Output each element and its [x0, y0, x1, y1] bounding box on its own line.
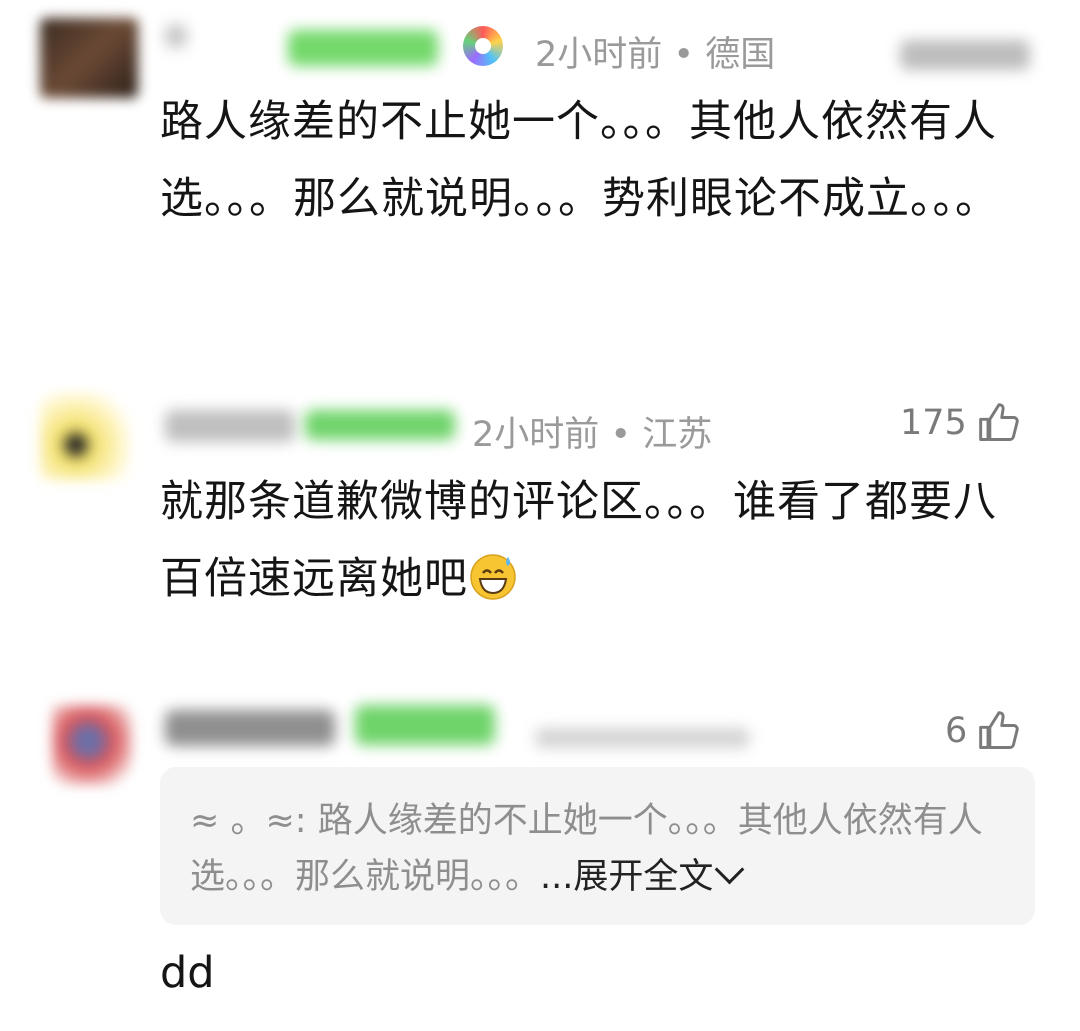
username-redacted[interactable]	[165, 410, 295, 442]
expand-full-text-link[interactable]: ...展开全文	[540, 854, 745, 897]
comment-item: 2小时前 • 德国 路人缘差的不止她一个。。。其他人依然有人选。。。那么就说明。…	[0, 0, 1080, 320]
like-button[interactable]: 175	[900, 400, 1021, 446]
member-badge-redacted	[288, 30, 438, 66]
quoted-author: ≈ 。≈:	[190, 801, 307, 841]
avatar[interactable]	[40, 392, 130, 480]
member-badges-redacted	[305, 410, 455, 440]
meta-separator: •	[610, 415, 643, 455]
comment-meta: 2小时前 • 德国	[535, 26, 775, 77]
member-badges-redacted	[355, 705, 495, 745]
comment-item: 2小时前 • 江苏 175 就那条道歉微博的评论区。。。谁看了都要八百倍速远离她…	[0, 380, 1080, 620]
avatar[interactable]	[52, 705, 132, 785]
quoted-text: ≈ 。≈: 路人缘差的不止她一个。。。其他人依然有人选。。。那么就说明。。。..…	[190, 793, 1010, 905]
comment-text: 路人缘差的不止她一个。。。其他人依然有人选。。。那么就说明。。。势利眼论不成立。…	[160, 97, 999, 224]
username-redacted[interactable]	[165, 710, 335, 746]
meta-separator: •	[673, 35, 706, 75]
comment-meta: 2小时前 • 江苏	[472, 406, 712, 457]
thumbs-up-icon	[979, 711, 1019, 749]
avatar[interactable]	[40, 18, 138, 98]
like-count: 6	[945, 711, 968, 751]
like-button[interactable]: 6	[945, 708, 1021, 754]
chevron-down-icon	[715, 854, 745, 885]
comment-text-content: 就那条道歉微博的评论区。。。谁看了都要八百倍速远离她吧	[160, 477, 997, 604]
comment-text: dd	[160, 948, 215, 998]
quoted-reply-box[interactable]: ≈ 。≈: 路人缘差的不止她一个。。。其他人依然有人选。。。那么就说明。。。..…	[160, 767, 1035, 925]
comment-time: 2小时前	[535, 35, 663, 75]
like-area-redacted[interactable]	[900, 40, 1030, 70]
comment-location: 德国	[705, 35, 776, 75]
thumbs-up-icon	[979, 403, 1019, 441]
grinning-sweat-emoji-icon	[468, 549, 518, 600]
comment-time: 2小时前	[472, 415, 600, 455]
meta-redacted	[535, 728, 750, 748]
like-count: 175	[900, 403, 967, 443]
comment-location: 江苏	[642, 415, 713, 455]
colorful-badge-icon	[463, 26, 503, 66]
comment-text: 就那条道歉微博的评论区。。。谁看了都要八百倍速远离她吧	[160, 464, 1040, 618]
username-redacted[interactable]	[165, 24, 187, 48]
expand-label: ...展开全文	[540, 857, 714, 897]
